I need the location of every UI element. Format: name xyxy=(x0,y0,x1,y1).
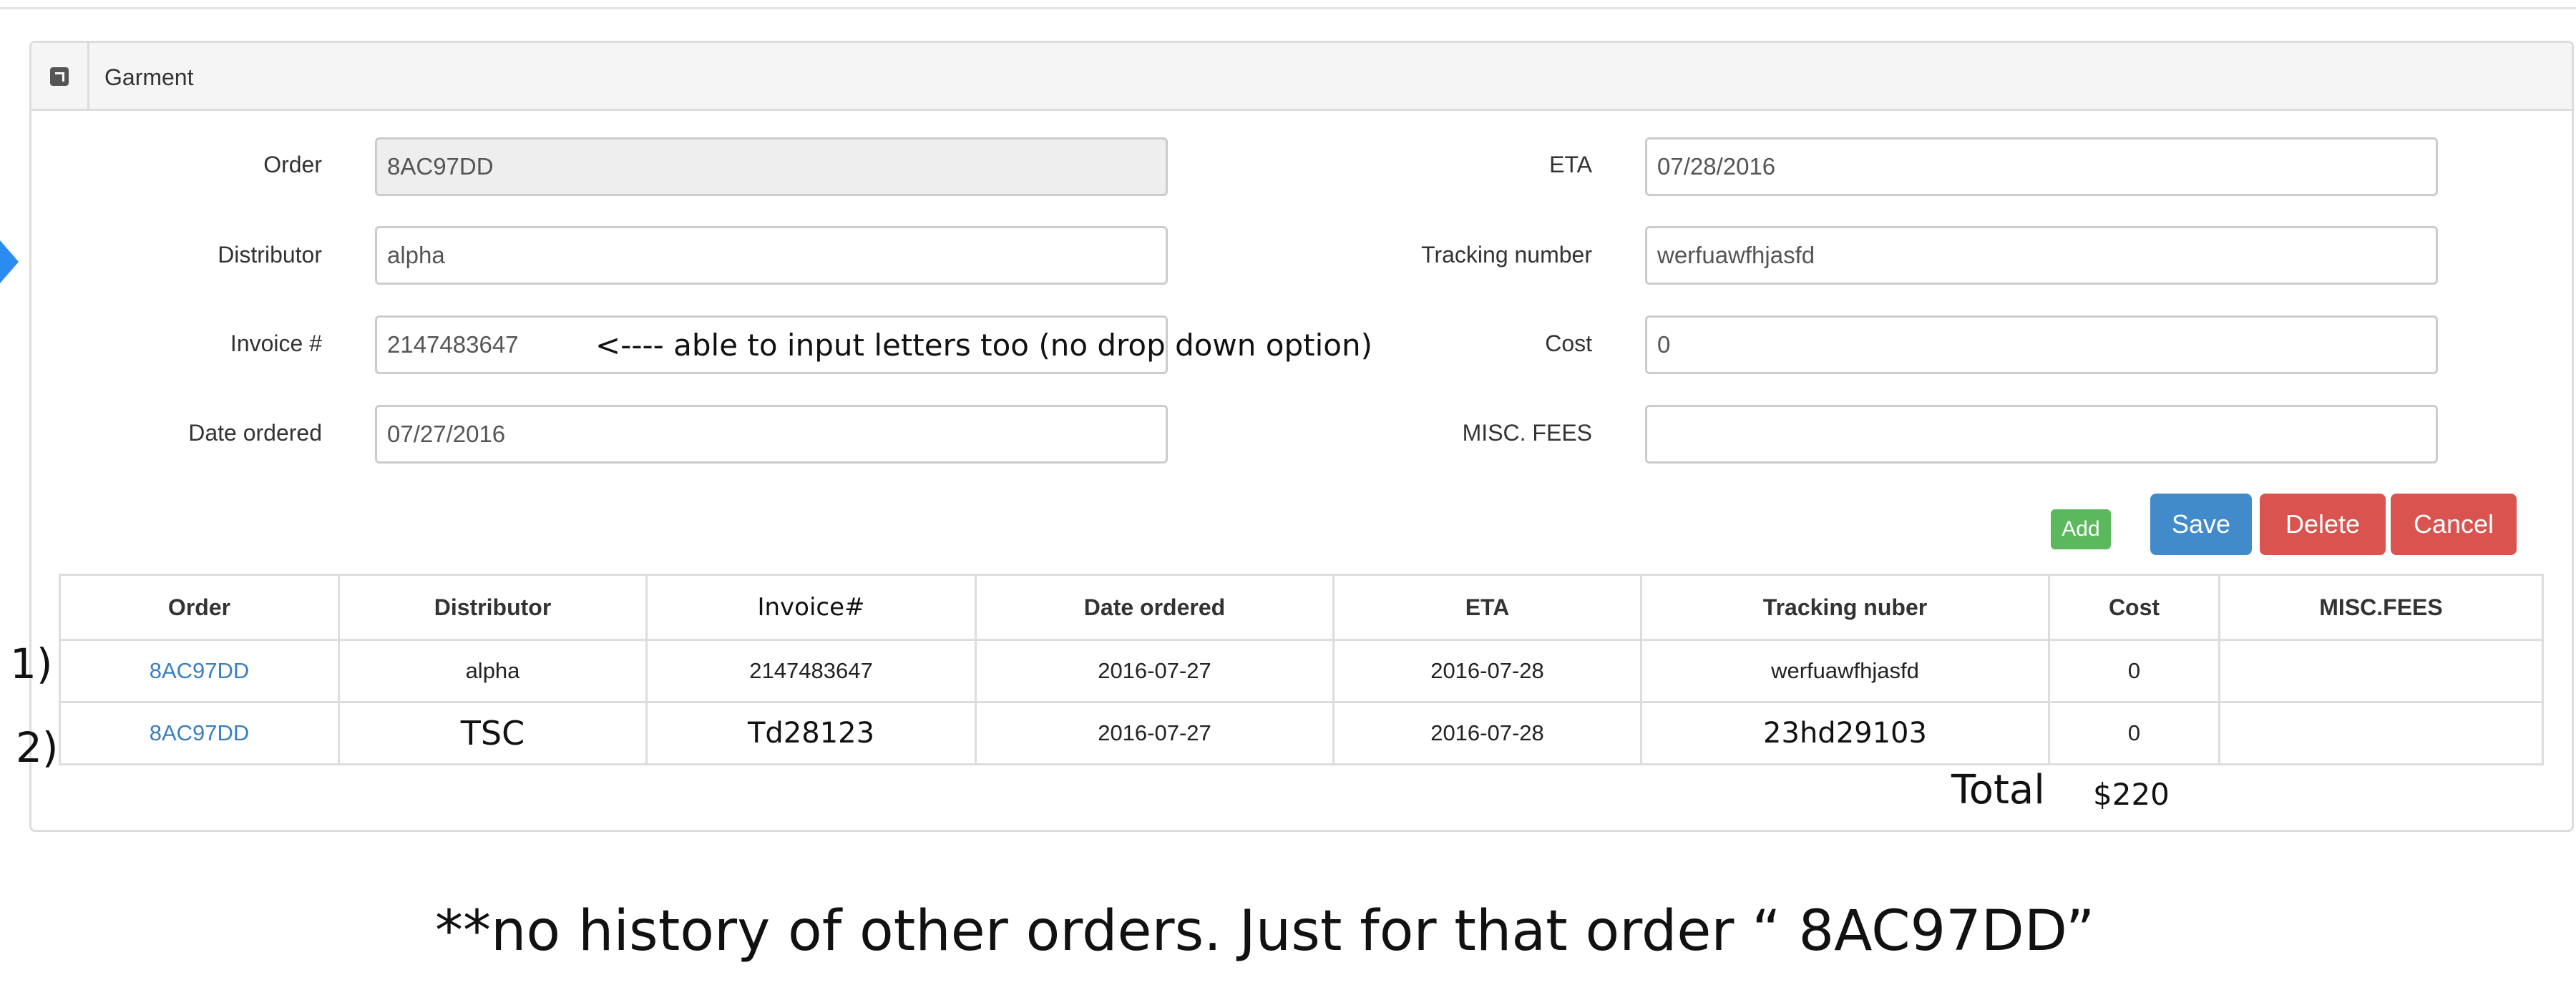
cost-field[interactable]: 0 xyxy=(1645,315,2438,374)
cell-eta: 2016-07-28 xyxy=(1332,701,1642,765)
order-field: 8AC97DD xyxy=(375,137,1168,196)
col-header-tracking[interactable]: Tracking nuber xyxy=(1640,574,2050,641)
panel-header: Garment xyxy=(31,43,2572,111)
orders-table: Order Distributor Invoice# Date ordered … xyxy=(59,574,2544,765)
cell-date-ordered: 2016-07-27 xyxy=(975,701,1335,765)
footnote-text: **no history of other orders. Just for t… xyxy=(435,899,2095,964)
annotation-note: <---- able to input letters too (no drop… xyxy=(595,328,1372,363)
cell-cost: 0 xyxy=(2048,701,2220,765)
eta-label: ETA xyxy=(1549,152,1592,177)
cell-eta: 2016-07-28 xyxy=(1332,639,1642,703)
table-row: 8AC97DD alpha 2147483647 2016-07-27 2016… xyxy=(59,639,2544,703)
date-ordered-label: Date ordered xyxy=(188,420,322,446)
save-button[interactable]: Save xyxy=(2150,494,2252,555)
col-header-invoice[interactable]: Invoice# xyxy=(645,574,977,641)
col-header-date-ordered[interactable]: Date ordered xyxy=(975,574,1335,641)
misc-fees-label: MISC. FEES xyxy=(1462,420,1592,446)
cell-cost: 0 xyxy=(2048,639,2220,703)
add-button[interactable]: Add xyxy=(2051,509,2111,549)
col-header-eta[interactable]: ETA xyxy=(1332,574,1642,641)
date-ordered-field[interactable]: 07/27/2016 xyxy=(375,405,1168,464)
cell-date-ordered: 2016-07-27 xyxy=(975,639,1335,703)
col-header-order[interactable]: Order xyxy=(59,574,340,641)
delete-button[interactable]: Delete xyxy=(2260,494,2386,555)
tracking-label: Tracking number xyxy=(1421,242,1592,268)
distributor-label: Distributor xyxy=(218,242,322,268)
cell-tracking: werfuawfhjasfd xyxy=(1640,639,2050,703)
row-marker-2: 2) xyxy=(16,723,59,772)
cancel-button[interactable]: Cancel xyxy=(2391,494,2517,555)
total-label: Total xyxy=(1951,767,2045,813)
distributor-field[interactable]: alpha xyxy=(375,226,1168,285)
table-header-row: Order Distributor Invoice# Date ordered … xyxy=(59,574,2544,641)
top-divider xyxy=(0,0,2576,9)
order-link[interactable]: 8AC97DD xyxy=(59,701,340,765)
cell-invoice: 2147483647 xyxy=(645,639,977,703)
col-header-cost[interactable]: Cost xyxy=(2048,574,2220,641)
cell-invoice: Td28123 xyxy=(645,701,977,765)
invoice-label: Invoice # xyxy=(230,330,322,356)
col-header-distributor[interactable]: Distributor xyxy=(338,574,648,641)
external-link-icon[interactable] xyxy=(50,67,69,86)
cell-tracking: 23hd29103 xyxy=(1640,701,2050,765)
col-header-misc-fees[interactable]: MISC.FEES xyxy=(2218,574,2544,641)
cell-misc-fees xyxy=(2218,639,2544,703)
order-link[interactable]: 8AC97DD xyxy=(59,639,340,703)
cost-label: Cost xyxy=(1545,330,1592,356)
total-value: $220 xyxy=(2093,777,2170,812)
cell-distributor: alpha xyxy=(338,639,648,703)
eta-field[interactable]: 07/28/2016 xyxy=(1645,137,2438,196)
table-row: 8AC97DD TSC Td28123 2016-07-27 2016-07-2… xyxy=(59,701,2544,765)
panel-toggle[interactable] xyxy=(31,43,89,109)
row-marker-1: 1) xyxy=(10,639,53,688)
tracking-field[interactable]: werfuawfhjasfd xyxy=(1645,226,2438,285)
cell-misc-fees xyxy=(2218,701,2544,765)
caret-right-icon xyxy=(0,240,19,283)
misc-fees-field[interactable] xyxy=(1645,405,2438,464)
cell-distributor: TSC xyxy=(338,701,648,765)
panel-title: Garment xyxy=(104,64,194,90)
order-label: Order xyxy=(263,152,322,177)
